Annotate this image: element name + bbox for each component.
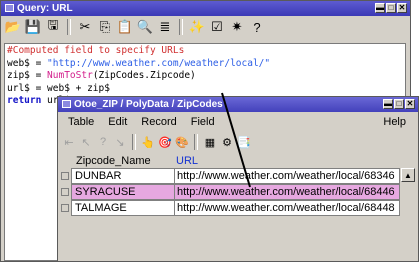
minimize-button[interactable]: ▬ bbox=[375, 3, 385, 13]
form-view-icon[interactable]: ▦ bbox=[202, 134, 218, 150]
first-record-icon[interactable]: ⇤ bbox=[61, 134, 77, 150]
save-as-icon[interactable]: 🖫 bbox=[44, 17, 62, 36]
cell-zipcode-name[interactable]: TALMAGE bbox=[71, 200, 174, 216]
verify-icon[interactable]: ☑ bbox=[208, 18, 226, 36]
vertical-scrollbar[interactable]: ▲ bbox=[401, 168, 415, 220]
help-icon[interactable]: ? bbox=[248, 18, 266, 36]
table-titlebar[interactable]: Otoe_ZIP / PolyData / ZipCodes ▬ □ ✕ bbox=[58, 97, 418, 112]
export-icon[interactable]: 📑 bbox=[236, 134, 252, 150]
minimize-button[interactable]: ▬ bbox=[383, 99, 393, 109]
cut-icon[interactable]: ✂ bbox=[76, 18, 94, 36]
highlight-records-icon[interactable]: 🎨 bbox=[174, 134, 190, 150]
data-table: Zipcode_Name URL DUNBAR http://www.weath… bbox=[58, 154, 418, 220]
toolbar-separator bbox=[67, 19, 71, 35]
row-selector[interactable] bbox=[58, 200, 71, 216]
maximize-button[interactable]: □ bbox=[386, 3, 396, 13]
column-header-url[interactable]: URL bbox=[174, 154, 400, 168]
table-header: Zipcode_Name URL bbox=[58, 154, 418, 168]
menu-table[interactable]: Table bbox=[68, 116, 94, 128]
replace-icon[interactable]: ≣ bbox=[156, 18, 174, 36]
code-line: url$ = web$ + zip$ bbox=[7, 82, 110, 94]
table-menubar: Table Edit Record Field Help bbox=[58, 112, 418, 132]
sort-icon[interactable]: ⚙ bbox=[219, 134, 235, 150]
row-selector[interactable] bbox=[58, 184, 71, 200]
next-record-icon[interactable]: ↘ bbox=[112, 134, 128, 150]
toolbar-separator bbox=[179, 19, 183, 35]
window-icon bbox=[62, 100, 71, 108]
code-string: "http://www.weather.com/weather/local/" bbox=[47, 57, 271, 69]
toolbar-separator bbox=[194, 134, 198, 150]
prev-record-icon[interactable]: ↖ bbox=[78, 134, 94, 150]
table-row-selected[interactable]: SYRACUSE http://www.weather.com/weather/… bbox=[58, 184, 418, 200]
find-record-icon[interactable]: ? bbox=[95, 134, 111, 150]
paste-icon[interactable]: 📋 bbox=[116, 18, 134, 36]
code-var: web$ = bbox=[7, 57, 48, 69]
toolbar-separator bbox=[132, 134, 136, 150]
cell-url[interactable]: http://www.weather.com/weather/local/684… bbox=[174, 184, 400, 200]
open-folder-icon[interactable]: 📂 bbox=[4, 18, 22, 36]
close-button[interactable]: ✕ bbox=[397, 3, 407, 13]
menu-help[interactable]: Help bbox=[383, 116, 406, 128]
query-toolbar: 📂 💾 🖫 ✂ ⎘ 📋 🔍 ≣ ✨ ☑ ✷ ? bbox=[1, 16, 410, 38]
table-row[interactable]: TALMAGE http://www.weather.com/weather/l… bbox=[58, 200, 418, 216]
code-keyword: return bbox=[7, 95, 42, 107]
menu-edit[interactable]: Edit bbox=[108, 116, 127, 128]
header-corner bbox=[58, 154, 71, 168]
code-function: NumToStr bbox=[47, 70, 93, 82]
code-comment: #Computed field to specify URLs bbox=[7, 45, 185, 56]
window-icon bbox=[5, 4, 14, 12]
cell-zipcode-name[interactable]: DUNBAR bbox=[71, 168, 174, 184]
cell-url[interactable]: http://www.weather.com/weather/local/683… bbox=[174, 168, 400, 184]
column-header-zipcode-name[interactable]: Zipcode_Name bbox=[71, 154, 174, 168]
table-row[interactable]: DUNBAR http://www.weather.com/weather/lo… bbox=[58, 168, 418, 184]
table-toolbar: ⇤ ↖ ? ↘ 👆 🎯 🎨 ▦ ⚙ 📑 bbox=[58, 132, 418, 152]
close-button[interactable]: ✕ bbox=[405, 99, 415, 109]
table-title: Otoe_ZIP / PolyData / ZipCodes bbox=[74, 99, 223, 110]
menu-field[interactable]: Field bbox=[191, 116, 215, 128]
code-args: (ZipCodes.Zipcode) bbox=[92, 70, 196, 82]
query-titlebar[interactable]: Query: URL ▬ □ ✕ bbox=[1, 1, 410, 16]
row-selector[interactable] bbox=[58, 168, 71, 184]
wand-icon[interactable]: ✨ bbox=[188, 18, 206, 36]
scroll-up-arrow-icon[interactable]: ▲ bbox=[401, 168, 415, 182]
run-icon[interactable]: ✷ bbox=[228, 18, 246, 36]
find-icon[interactable]: 🔍 bbox=[136, 18, 154, 36]
table-window: Otoe_ZIP / PolyData / ZipCodes ▬ □ ✕ Tab… bbox=[57, 96, 419, 262]
select-record-icon[interactable]: 👆 bbox=[140, 134, 156, 150]
menu-record[interactable]: Record bbox=[141, 116, 176, 128]
save-icon[interactable]: 💾 bbox=[24, 18, 42, 36]
code-var: zip$ = bbox=[7, 70, 48, 82]
insert-record-icon[interactable]: 🎯 bbox=[157, 134, 173, 150]
cell-url[interactable]: http://www.weather.com/weather/local/684… bbox=[174, 200, 400, 216]
cell-zipcode-name[interactable]: SYRACUSE bbox=[71, 184, 174, 200]
query-title: Query: URL bbox=[17, 3, 73, 14]
copy-icon[interactable]: ⎘ bbox=[96, 18, 114, 36]
maximize-button[interactable]: □ bbox=[394, 99, 404, 109]
